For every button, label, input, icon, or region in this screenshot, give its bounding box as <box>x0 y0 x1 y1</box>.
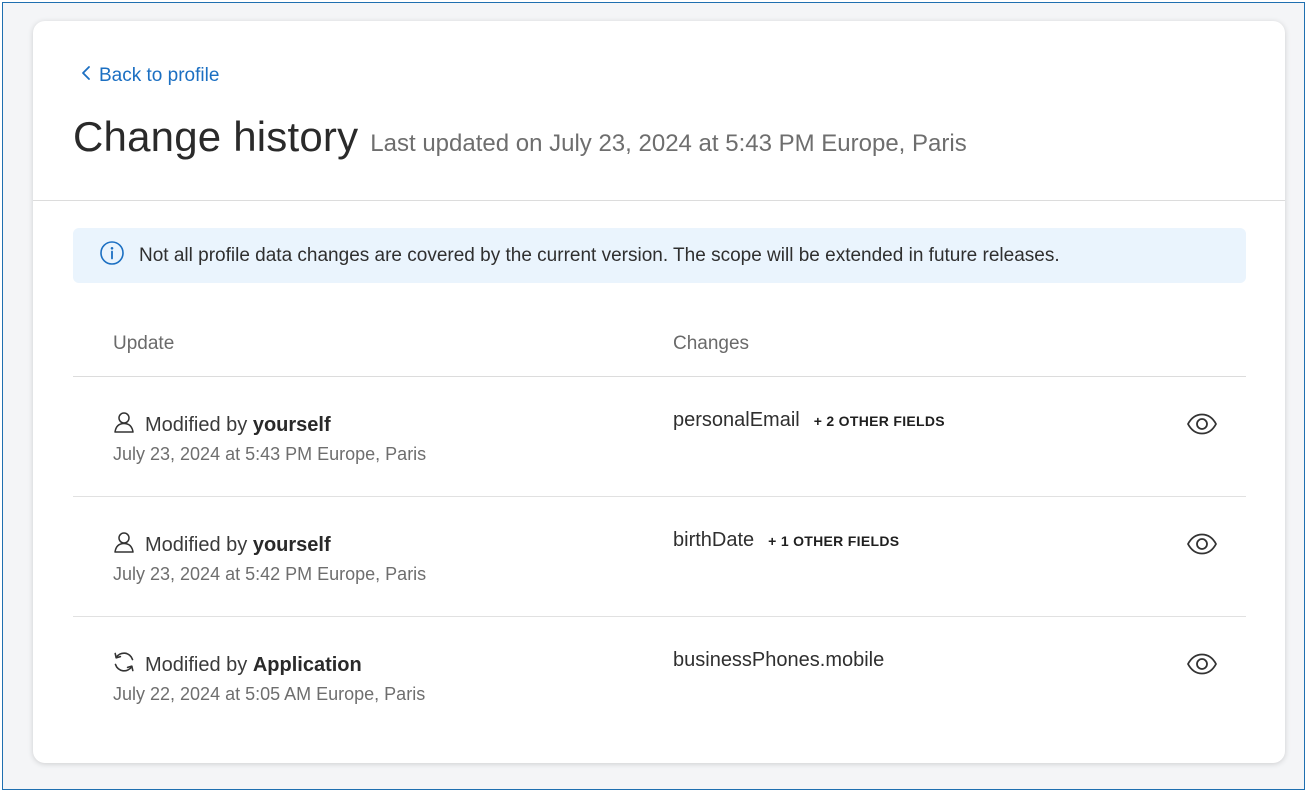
other-fields-badge: + 2 OTHER FIELDS <box>813 413 945 429</box>
view-details-eye-icon[interactable] <box>1185 650 1219 678</box>
other-fields-badge: + 1 OTHER FIELDS <box>768 533 900 549</box>
changed-field: businessPhones.mobile <box>673 649 885 671</box>
table-row: Modified by yourself July 23, 2024 at 5:… <box>73 377 1246 497</box>
user-icon <box>111 529 137 561</box>
table-header: Update Changes <box>73 321 1246 377</box>
actor-name: Application <box>252 653 362 676</box>
actor-name: yourself <box>252 413 331 436</box>
changes-summary: birthDate + 1 OTHER FIELDS <box>673 529 899 552</box>
back-link-label: Back to profile <box>99 65 220 86</box>
screenshot-frame: Back to profile Change history Last upda… <box>2 2 1305 790</box>
modified-by: Modified by yourself <box>111 529 331 561</box>
changed-field: birthDate <box>673 529 755 551</box>
info-banner-text: Not all profile data changes are covered… <box>139 244 1060 266</box>
modified-by: Modified by Application <box>111 649 362 681</box>
table-row: Modified by yourself July 23, 2024 at 5:… <box>73 497 1246 617</box>
change-date: July 22, 2024 at 5:05 AM Europe, Paris <box>113 684 426 704</box>
change-history-card: Back to profile Change history Last upda… <box>33 21 1285 763</box>
modified-by-text: Modified by yourself <box>145 413 331 436</box>
title-row: Change history Last updated on July 23, … <box>73 113 967 161</box>
changed-field: personalEmail <box>673 409 800 431</box>
modified-by-text: Modified by Application <box>145 653 362 676</box>
chevron-left-icon <box>79 65 93 87</box>
change-date: July 23, 2024 at 5:43 PM Europe, Paris <box>113 444 427 464</box>
page-header: Back to profile Change history Last upda… <box>33 21 1285 201</box>
changes-summary: businessPhones.mobile <box>673 649 898 672</box>
back-to-profile-link[interactable]: Back to profile <box>79 65 219 87</box>
column-header-update: Update <box>113 333 175 354</box>
sync-icon <box>111 649 137 681</box>
info-banner: Not all profile data changes are covered… <box>73 228 1246 283</box>
user-icon <box>111 409 137 441</box>
changes-summary: personalEmail + 2 OTHER FIELDS <box>673 409 945 432</box>
modified-by: Modified by yourself <box>111 409 331 441</box>
column-header-changes: Changes <box>673 333 750 354</box>
table-row: Modified by Application July 22, 2024 at… <box>73 617 1246 737</box>
change-history-table: Update Changes Modified by yourself July… <box>73 321 1246 737</box>
modified-by-text: Modified by yourself <box>145 533 331 556</box>
actor-name: yourself <box>252 533 331 556</box>
page-title: Change history <box>73 113 359 160</box>
last-updated-text: Last updated on July 23, 2024 at 5:43 PM… <box>370 130 967 157</box>
view-details-eye-icon[interactable] <box>1185 530 1219 558</box>
info-icon <box>99 240 125 272</box>
view-details-eye-icon[interactable] <box>1185 410 1219 438</box>
change-date: July 23, 2024 at 5:42 PM Europe, Paris <box>113 564 427 584</box>
